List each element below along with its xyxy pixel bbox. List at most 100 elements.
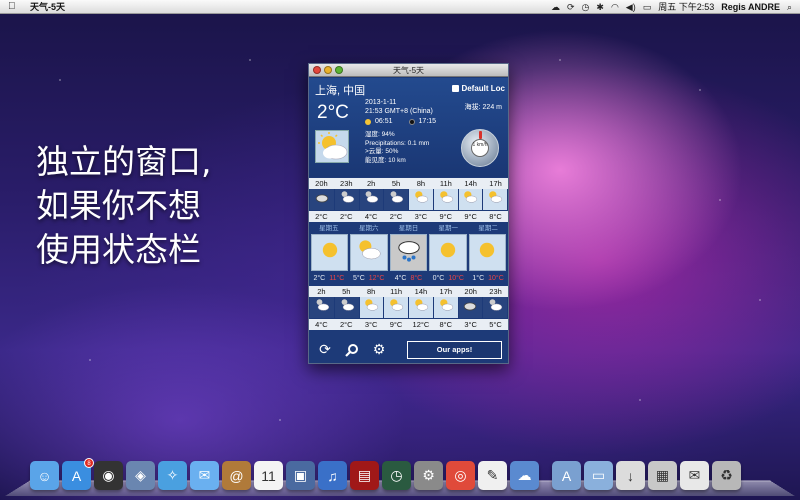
daily-cell[interactable] xyxy=(311,234,349,271)
daily-low: 10°C xyxy=(488,275,504,282)
refresh-icon[interactable]: ⟳ xyxy=(314,339,336,361)
hourly-temp: 8°C xyxy=(439,320,453,329)
sun-icon xyxy=(315,235,345,270)
daily-cell[interactable] xyxy=(389,234,428,271)
cloud-cover: >云量: 50% xyxy=(365,148,399,155)
applications-folder-icon[interactable]: A xyxy=(552,461,581,490)
hourly-temp: 9°C xyxy=(389,320,403,329)
visibility: 能见度: 10 km xyxy=(365,156,406,164)
daily-day: 星期六 xyxy=(358,225,379,232)
hourly-cell[interactable] xyxy=(384,189,408,210)
current-date: 2013-1-11 xyxy=(365,99,397,106)
documents-folder-icon[interactable]: ▭ xyxy=(584,461,613,490)
hourly-cell[interactable] xyxy=(458,297,483,318)
user-menu[interactable]: Regis ANDRE xyxy=(721,2,780,12)
daily-cell[interactable] xyxy=(468,234,507,271)
precipitation: Precipitations: 0.1 mm xyxy=(365,139,430,147)
app-store-icon[interactable]: A8 xyxy=(62,458,94,490)
hourly-cell[interactable] xyxy=(483,297,507,318)
hourly-temp: 2°C xyxy=(340,212,353,221)
itunes-icon[interactable]: ♫ xyxy=(318,461,347,490)
chrome-icon[interactable]: ◎ xyxy=(446,461,475,490)
ichat-icon[interactable]: ✉ xyxy=(190,461,219,490)
weather-status-icon[interactable]: ☁ xyxy=(551,0,560,14)
hourly-cell[interactable] xyxy=(334,296,359,319)
finder-icon[interactable]: ☺ xyxy=(30,461,59,490)
hourly-temp: 8°C xyxy=(489,212,502,221)
system-preferences-icon[interactable]: ⚙ xyxy=(414,461,443,490)
daily-cell[interactable] xyxy=(350,234,388,271)
photo-booth-icon[interactable]: ▤ xyxy=(350,461,379,490)
search-icon[interactable] xyxy=(341,339,363,361)
hourly-cell[interactable] xyxy=(384,297,408,318)
current-temp: 2°C xyxy=(317,102,349,123)
our-apps-button[interactable]: Our apps! xyxy=(407,340,502,359)
daily-temp-pair: 4°C 8°C xyxy=(389,273,429,284)
apple-menu-icon[interactable]:  xyxy=(8,0,22,14)
hourly-cell[interactable] xyxy=(458,189,483,210)
ical-icon[interactable]: 11 xyxy=(254,461,283,490)
menu-clock[interactable]: 周五 下午2:53 xyxy=(658,0,714,13)
daily-temp-pair: 1°C 10°C xyxy=(468,273,508,284)
preview-icon[interactable]: ◈ xyxy=(126,461,155,490)
hourly-cell[interactable] xyxy=(334,188,359,211)
safari-icon[interactable]: ✧ xyxy=(158,461,187,490)
hourly-temp: 12°C xyxy=(412,320,430,329)
update-badge: 8 xyxy=(84,458,94,468)
hourly-cell[interactable] xyxy=(409,297,433,318)
default-location-toggle[interactable]: Default Loc xyxy=(452,84,505,93)
app-menu-name[interactable]: 天气-5天 xyxy=(30,0,65,13)
partly-cloudy-night-icon xyxy=(338,296,356,319)
partly-cloudy-night-icon xyxy=(338,188,356,211)
hourly-temp: 4°C xyxy=(315,320,328,329)
spotlight-icon[interactable]: ⌕ xyxy=(787,0,792,14)
hourly-cell[interactable] xyxy=(433,297,458,318)
altitude: 海拔: 224 m xyxy=(464,104,502,111)
sync-icon[interactable]: ⟳ xyxy=(567,0,575,14)
daily-temp-pair: 5°C 12°C xyxy=(349,273,389,284)
promo-line-2: 如果你不想 xyxy=(36,186,201,225)
textedit-icon[interactable]: ✎ xyxy=(478,461,507,490)
time-machine-icon[interactable]: ◷ xyxy=(382,461,411,490)
weather-window: 天气-5天 上海, 中国 Default Loc 2°C 2013-1-11 2… xyxy=(308,63,509,364)
time-machine-menu-icon[interactable]: ◷ xyxy=(582,0,590,14)
hourly-cell[interactable] xyxy=(409,189,433,210)
dashboard-icon[interactable]: ◉ xyxy=(94,461,123,490)
daily-cell[interactable] xyxy=(429,234,467,271)
download-icon[interactable]: ↓ xyxy=(616,461,645,490)
trash-icon[interactable]: ♻ xyxy=(712,461,741,490)
battery-icon[interactable]: ▭ xyxy=(643,0,652,14)
hourly-cell[interactable] xyxy=(433,189,458,210)
sunset-icon xyxy=(408,118,415,125)
volume-icon[interactable]: ◀) xyxy=(626,0,636,14)
hourly-cell[interactable] xyxy=(310,297,334,318)
daily-day: 星期日 xyxy=(398,225,419,232)
hourly-temp: 9°C xyxy=(464,212,477,221)
daily-low: 8°C xyxy=(410,275,423,282)
sun-icon xyxy=(433,235,463,270)
gear-icon[interactable]: ⚙ xyxy=(368,339,390,361)
hourly-cell[interactable] xyxy=(483,189,507,210)
bluetooth-icon[interactable]: ✱ xyxy=(596,0,604,14)
hourly-cell[interactable] xyxy=(359,189,384,210)
daily-high: 4°C xyxy=(394,275,407,282)
daily-high: 0°C xyxy=(432,275,445,282)
checkbox-icon[interactable] xyxy=(452,85,460,92)
current-conditions: 上海, 中国 Default Loc 2°C 2013-1-11 21:53 G… xyxy=(309,78,508,177)
daily-high: 2°C xyxy=(313,275,326,282)
sunset-time: 17:15 xyxy=(418,118,437,125)
daily-low: 12°C xyxy=(368,275,385,282)
partly-cloudy-icon xyxy=(354,235,384,270)
window-titlebar[interactable]: 天气-5天 xyxy=(309,64,508,77)
screenshot-icon[interactable]: ▦ xyxy=(648,461,677,490)
partly-cloudy-night-icon xyxy=(486,296,504,319)
address-book-icon[interactable]: @ xyxy=(222,461,251,490)
hourly-cell[interactable] xyxy=(310,189,334,210)
weather-icon[interactable]: ☁ xyxy=(510,461,539,490)
mail-icon[interactable]: ✉ xyxy=(680,461,709,490)
iphoto-icon[interactable]: ▣ xyxy=(286,461,315,490)
wifi-icon[interactable]: ◠ xyxy=(611,0,619,14)
hourly-cell[interactable] xyxy=(359,297,384,318)
daily-day: 星期一 xyxy=(438,225,459,232)
partly-cloudy-icon xyxy=(486,188,504,211)
